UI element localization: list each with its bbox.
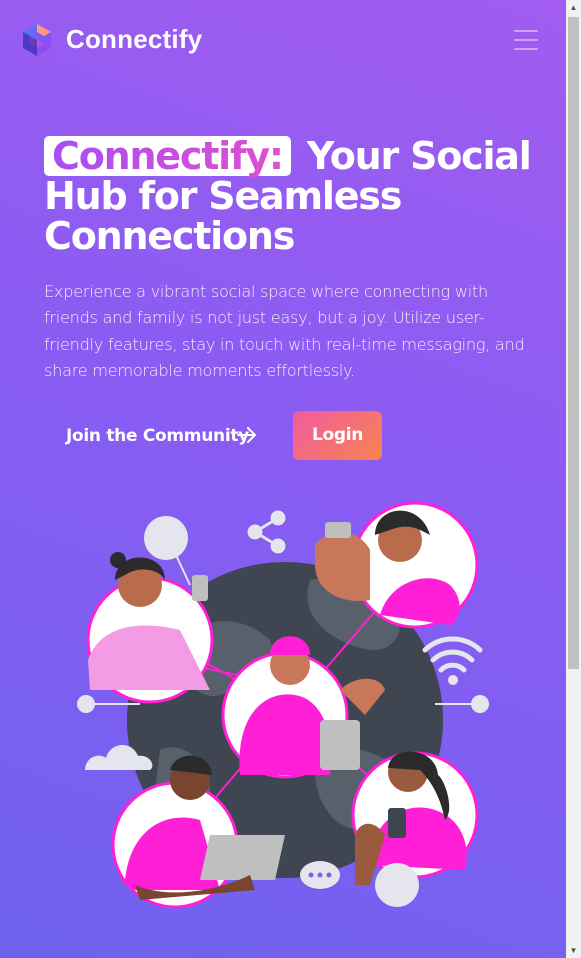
join-community-label: Join the Community [66,426,249,446]
brand-name[interactable]: Connectify [66,24,202,55]
hero-title-highlight: Connectify: [44,136,291,176]
arrow-right-icon [237,427,256,443]
vertical-scrollbar[interactable]: ▲ ▼ [566,0,581,958]
hamburger-menu-icon[interactable] [514,30,538,50]
navbar: Connectify [0,0,566,80]
scrollbar-thumb[interactable] [568,17,579,669]
landing-page: Connectify Connectify: Your Social Hub f… [0,0,566,958]
login-button[interactable]: Login [293,411,382,460]
hero-description: Experience a vibrant social space where … [44,282,525,380]
scroll-up-arrow-icon[interactable]: ▲ [566,0,581,15]
social-network-globe-illustration [77,501,489,909]
connectify-logo-icon[interactable] [20,22,54,58]
join-community-button[interactable]: Join the Community [44,411,276,459]
scroll-down-arrow-icon[interactable]: ▼ [566,943,581,958]
hero-title: Connectify: Your Social Hub for Seamless… [44,136,544,256]
